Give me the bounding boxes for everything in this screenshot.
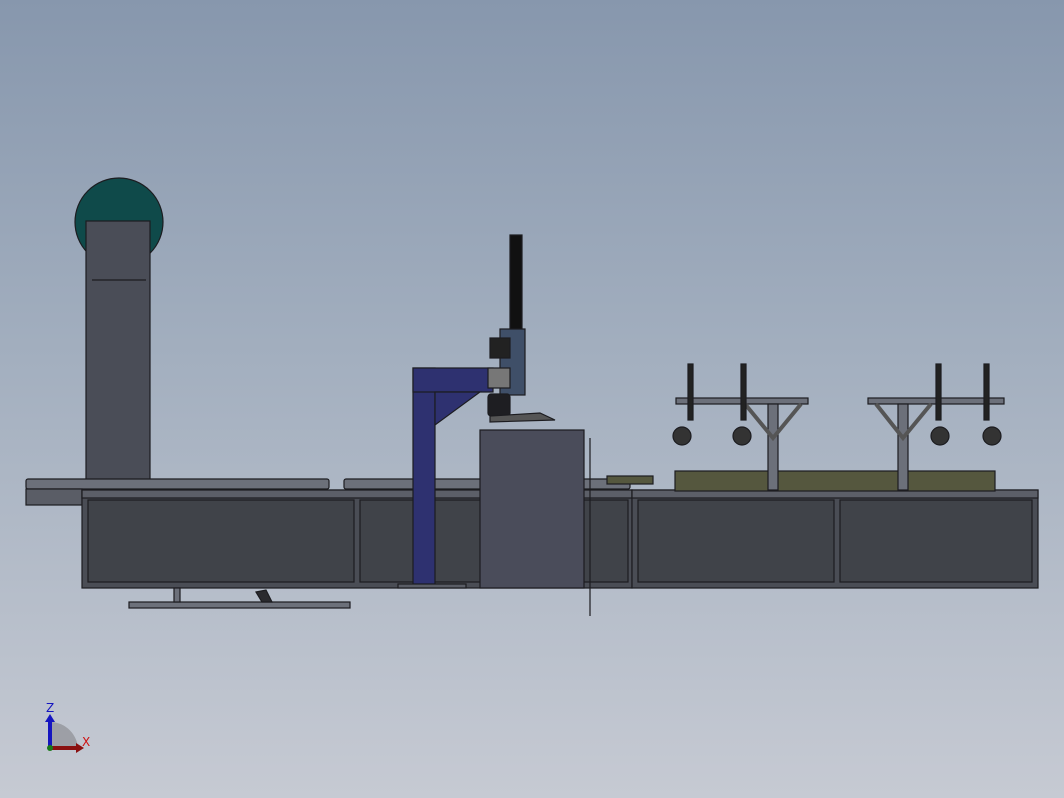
x-axis-label: X (82, 735, 90, 749)
gantry-arm (412, 367, 494, 393)
table-panel (637, 499, 835, 583)
gantry-foot (397, 583, 467, 589)
foot-pedal (255, 589, 273, 603)
spindle-head (487, 393, 511, 417)
linear-actuator (509, 234, 523, 336)
servo-motor (489, 337, 511, 359)
table-panel (87, 499, 355, 583)
gantry-column (412, 367, 436, 587)
gantry-brace (434, 391, 482, 427)
infeed-rail (25, 478, 330, 490)
base-stand (128, 601, 351, 609)
control-cabinet (479, 429, 585, 589)
cad-viewport[interactable]: Z X (0, 0, 1064, 798)
table-panel (839, 499, 1033, 583)
feeder-tower (85, 220, 151, 488)
infeed-bracket (25, 488, 83, 506)
gearbox (487, 367, 511, 389)
base-stand-post (173, 587, 181, 603)
fixture-plate (674, 470, 996, 492)
view-orientation-triad: Z X (45, 701, 90, 753)
fixture-pad (606, 475, 654, 485)
z-axis-label: Z (46, 701, 54, 715)
